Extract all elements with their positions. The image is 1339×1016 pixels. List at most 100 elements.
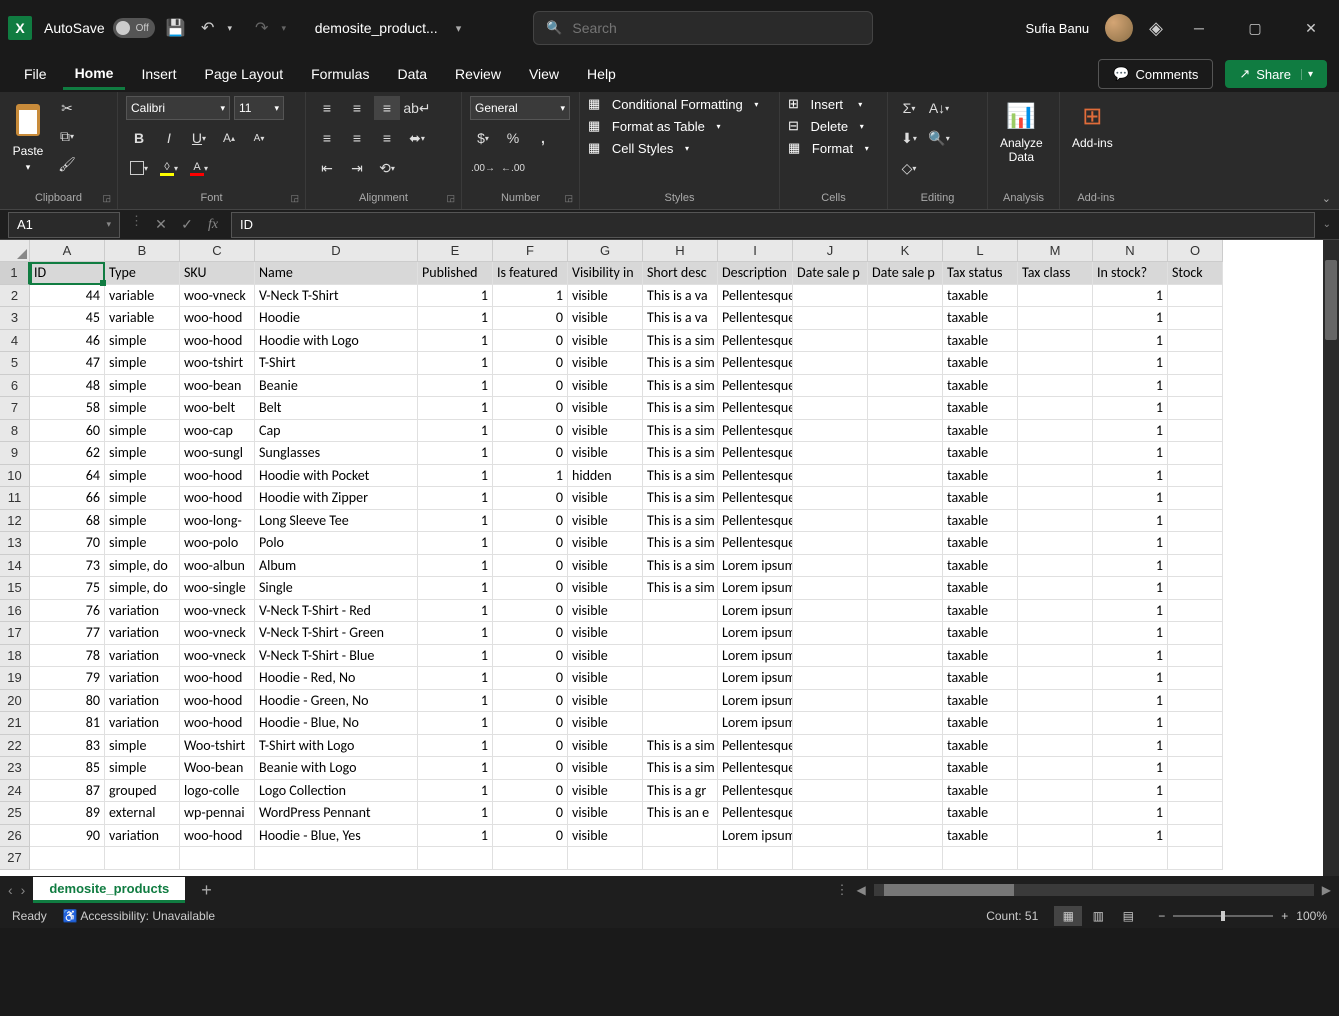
sort-filter-button[interactable]: A↓▾ xyxy=(926,96,952,120)
cell[interactable] xyxy=(793,712,868,735)
close-button[interactable]: ✕ xyxy=(1291,13,1331,43)
document-title[interactable]: demosite_product... xyxy=(315,20,438,36)
column-header-O[interactable]: O xyxy=(1168,240,1223,262)
cell[interactable]: 1 xyxy=(418,397,493,420)
cell[interactable]: WordPress Pennant xyxy=(255,802,418,825)
cell[interactable] xyxy=(1018,375,1093,398)
cell[interactable]: variation xyxy=(105,600,180,623)
row-header-18[interactable]: 18 xyxy=(0,645,30,668)
cell[interactable]: 1 xyxy=(1093,690,1168,713)
cell[interactable] xyxy=(868,780,943,803)
user-name[interactable]: Sufia Banu xyxy=(1026,21,1090,36)
cell[interactable]: 76 xyxy=(30,600,105,623)
cell[interactable]: visible xyxy=(568,735,643,758)
cell[interactable]: 46 xyxy=(30,330,105,353)
cell[interactable]: woo-vneck xyxy=(180,645,255,668)
cell[interactable] xyxy=(1168,375,1223,398)
cell[interactable]: 1 xyxy=(418,375,493,398)
font-name-combo[interactable]: Calibri▾ xyxy=(126,96,230,120)
cell[interactable] xyxy=(1168,622,1223,645)
copy-icon[interactable]: ⧉▾ xyxy=(54,124,80,148)
cell[interactable]: 0 xyxy=(493,307,568,330)
tab-view[interactable]: View xyxy=(517,60,571,88)
cell[interactable] xyxy=(1168,352,1223,375)
cell[interactable] xyxy=(793,510,868,533)
format-as-table-button[interactable]: ▦ Format as Table ▾ xyxy=(588,118,758,134)
cell[interactable]: 1 xyxy=(1093,712,1168,735)
cell[interactable]: visible xyxy=(568,577,643,600)
align-middle-button[interactable]: ≡ xyxy=(344,96,370,120)
avatar[interactable] xyxy=(1105,14,1133,42)
horizontal-scroll-thumb[interactable] xyxy=(884,884,1014,896)
cell[interactable]: external xyxy=(105,802,180,825)
cell[interactable]: Tax status xyxy=(943,262,1018,285)
cell[interactable]: 1 xyxy=(493,285,568,308)
cell[interactable]: 85 xyxy=(30,757,105,780)
cell[interactable]: Hoodie - Green, No xyxy=(255,690,418,713)
cell[interactable] xyxy=(1018,622,1093,645)
cell[interactable]: Hoodie - Blue, No xyxy=(255,712,418,735)
cell[interactable] xyxy=(180,847,255,870)
cell[interactable]: Hoodie - Blue, Yes xyxy=(255,825,418,848)
cell[interactable]: Stock xyxy=(1168,262,1223,285)
cell[interactable]: This is a sim xyxy=(643,330,718,353)
cell[interactable] xyxy=(793,757,868,780)
cell[interactable] xyxy=(1018,285,1093,308)
align-center-button[interactable]: ≡ xyxy=(344,126,370,150)
cell[interactable]: woo-polo xyxy=(180,532,255,555)
cell[interactable] xyxy=(1018,757,1093,780)
cell[interactable]: woo-albun xyxy=(180,555,255,578)
cell[interactable]: 0 xyxy=(493,667,568,690)
cell[interactable] xyxy=(643,645,718,668)
cell[interactable]: Name xyxy=(255,262,418,285)
cell[interactable]: 1 xyxy=(1093,487,1168,510)
column-header-G[interactable]: G xyxy=(568,240,643,262)
cell[interactable] xyxy=(1018,352,1093,375)
cell[interactable] xyxy=(868,577,943,600)
cell[interactable]: 1 xyxy=(418,532,493,555)
cell[interactable] xyxy=(1018,802,1093,825)
row-header-27[interactable]: 27 xyxy=(0,847,30,870)
column-header-H[interactable]: H xyxy=(643,240,718,262)
cell[interactable]: Hoodie with Logo xyxy=(255,330,418,353)
cell[interactable] xyxy=(868,307,943,330)
cell[interactable] xyxy=(1018,330,1093,353)
cell[interactable]: Date sale p xyxy=(868,262,943,285)
cell[interactable]: 0 xyxy=(493,330,568,353)
analyze-data-button[interactable]: 📊 Analyze Data xyxy=(996,96,1047,169)
cell[interactable]: simple xyxy=(105,420,180,443)
cell[interactable]: visible xyxy=(568,487,643,510)
cell[interactable]: 1 xyxy=(418,555,493,578)
cell[interactable] xyxy=(1168,555,1223,578)
cell[interactable]: taxable xyxy=(943,352,1018,375)
cell[interactable]: 45 xyxy=(30,307,105,330)
tab-review[interactable]: Review xyxy=(443,60,513,88)
cell[interactable]: V-Neck T-Shirt xyxy=(255,285,418,308)
cell[interactable] xyxy=(1018,307,1093,330)
column-header-B[interactable]: B xyxy=(105,240,180,262)
cell[interactable]: 1 xyxy=(418,802,493,825)
cell[interactable] xyxy=(868,352,943,375)
column-header-I[interactable]: I xyxy=(718,240,793,262)
cell[interactable] xyxy=(30,847,105,870)
row-header-16[interactable]: 16 xyxy=(0,600,30,623)
cell[interactable]: simple xyxy=(105,735,180,758)
cell[interactable]: 1 xyxy=(1093,442,1168,465)
cut-icon[interactable]: ✂ xyxy=(54,96,80,120)
cell[interactable]: visible xyxy=(568,375,643,398)
enter-formula-button[interactable]: ✓ xyxy=(175,213,199,237)
cell[interactable]: taxable xyxy=(943,780,1018,803)
cell[interactable]: visible xyxy=(568,712,643,735)
cell[interactable]: simple xyxy=(105,397,180,420)
cell[interactable]: Pellentesque habitant morbi trist xyxy=(718,487,793,510)
cell[interactable]: taxable xyxy=(943,667,1018,690)
cell[interactable] xyxy=(1168,802,1223,825)
cell[interactable] xyxy=(793,307,868,330)
comma-button[interactable]: , xyxy=(530,126,556,150)
font-color-button[interactable]: A▾ xyxy=(186,156,212,180)
cell[interactable]: taxable xyxy=(943,420,1018,443)
cell[interactable] xyxy=(868,375,943,398)
row-header-10[interactable]: 10 xyxy=(0,465,30,488)
cell[interactable]: Date sale p xyxy=(793,262,868,285)
cell[interactable]: taxable xyxy=(943,465,1018,488)
